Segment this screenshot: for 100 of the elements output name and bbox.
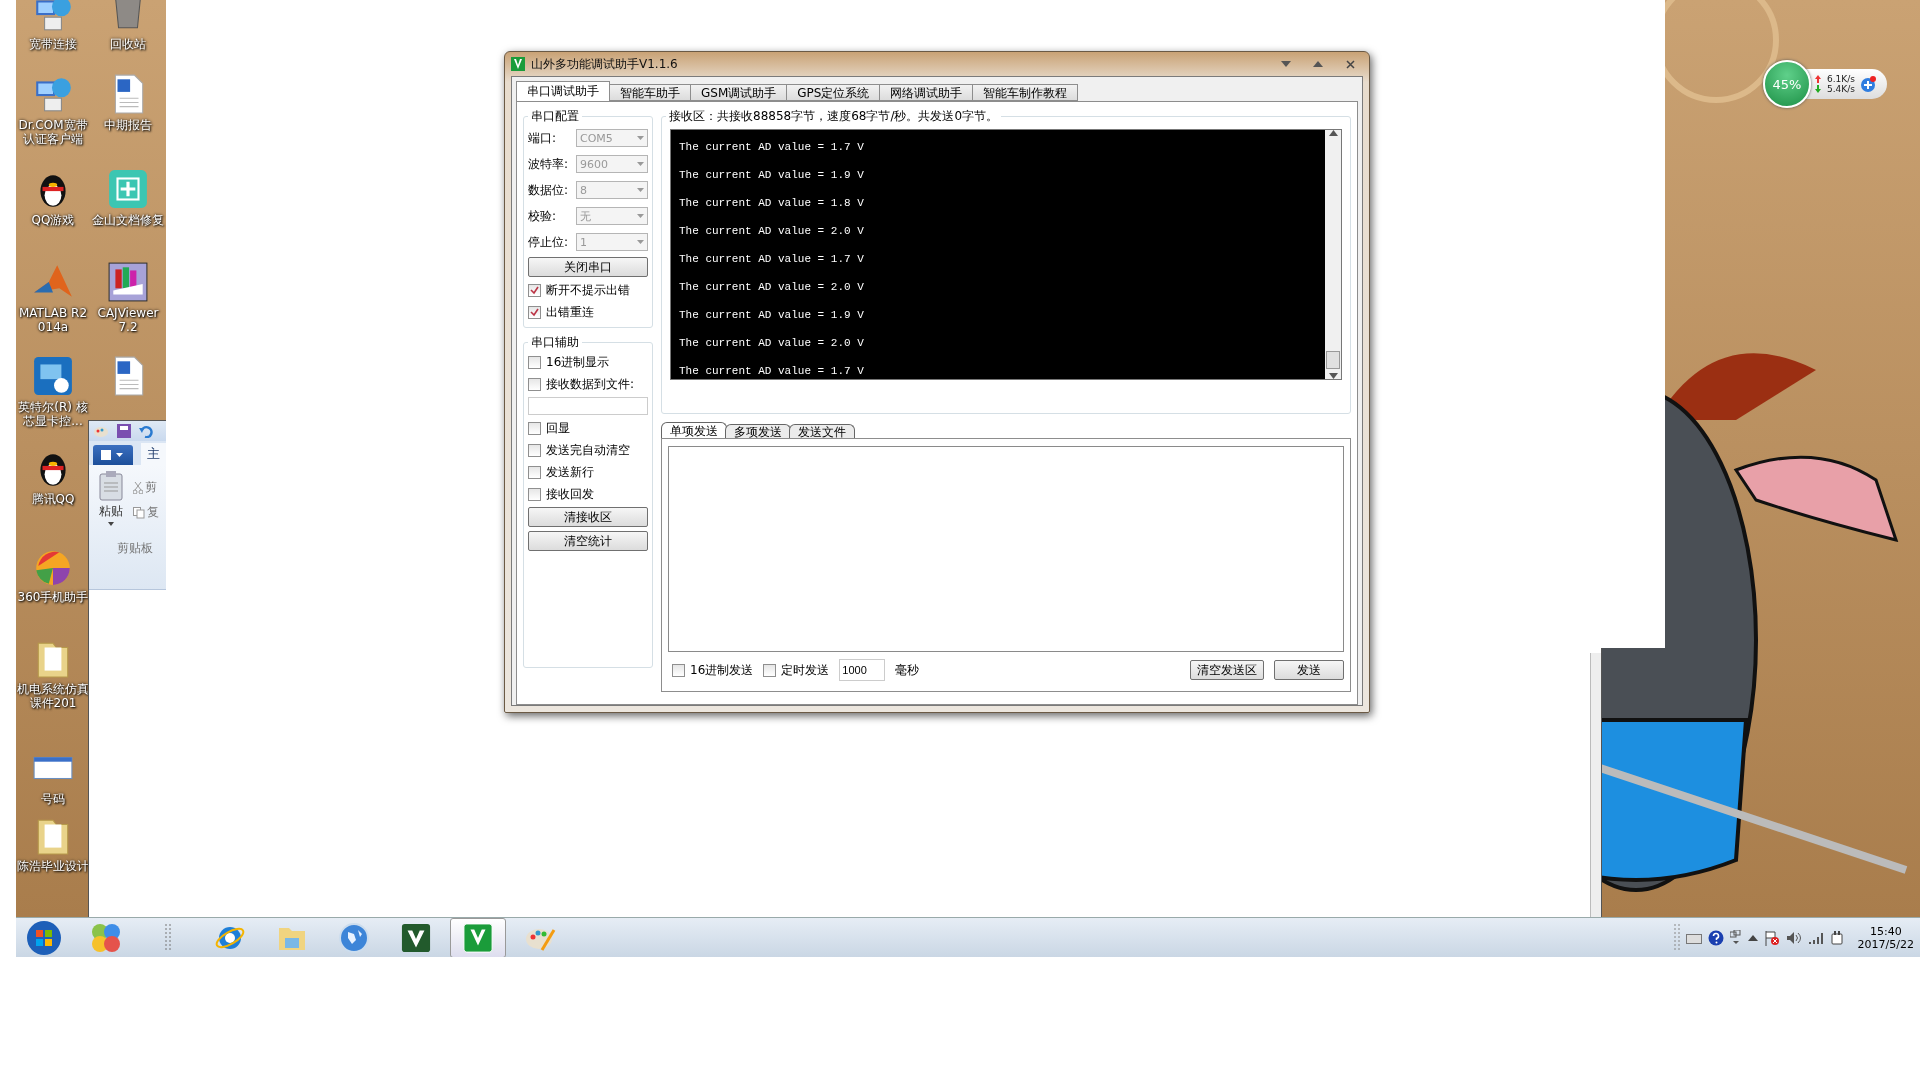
checkbox[interactable] [672, 663, 685, 677]
checkbox-label: 接收数据到文件: [546, 375, 635, 393]
menu-icon [101, 450, 125, 460]
received-line: The current AD value = 1.9 V [679, 308, 865, 323]
checkbox-label: 16进制显示 [546, 353, 610, 371]
scissors-icon [133, 481, 143, 494]
checkbox[interactable] [528, 305, 541, 319]
interval-field[interactable]: 1000 [839, 659, 886, 681]
windows-icon[interactable] [1729, 930, 1742, 946]
flag-icon[interactable] [1763, 930, 1780, 946]
save-icon[interactable] [117, 424, 131, 438]
received-line: The current AD value = 2.0 V [679, 224, 865, 239]
tab[interactable]: 智能车制作教程 [972, 84, 1079, 101]
clipboard-icon [99, 471, 123, 501]
checkbox[interactable] [528, 283, 541, 297]
desktop-icon-label[interactable]: 英特尔(R) 核芯显卡控... [17, 400, 89, 428]
checkbox[interactable] [528, 355, 541, 369]
plus-icon[interactable] [1858, 75, 1877, 93]
checkbox[interactable] [763, 663, 777, 677]
received-line: The current AD value = 1.7 V [679, 364, 865, 379]
cut-button[interactable]: 剪 [145, 479, 157, 496]
checkbox-label: 断开不提示出错 [546, 281, 630, 299]
down-arrow-icon [1815, 85, 1821, 93]
desktop-icon-label[interactable]: CAJViewer 7.2 [92, 306, 164, 334]
checkbox[interactable] [528, 421, 541, 435]
help-icon[interactable] [1707, 930, 1724, 946]
checkbox[interactable] [528, 443, 541, 457]
copy-button[interactable]: 复 [147, 504, 159, 521]
desktop-icon-label[interactable]: MATLAB R2014a [17, 306, 89, 334]
caret-icon[interactable] [108, 522, 114, 526]
file-menu-button[interactable] [93, 445, 133, 465]
colorful-circles-icon [90, 922, 122, 954]
globe-icon [338, 922, 370, 954]
received-line: The current AD value = 2.0 V [679, 280, 865, 295]
received-line: The current AD value = 1.7 V [679, 252, 865, 267]
scrollbar[interactable] [1325, 130, 1341, 379]
undo-icon[interactable] [139, 424, 153, 438]
ribbon-tab[interactable]: 主 [141, 443, 166, 465]
clock[interactable]: 15:40 2017/5/22 [1857, 925, 1914, 951]
send-button[interactable]: 清空发送区 [1190, 660, 1264, 680]
desktop-icon-label[interactable]: Dr.COM宽带认证客户端 [17, 118, 89, 146]
unit-label: 毫秒 [895, 661, 920, 679]
desktop-icon-label[interactable]: 陈浩毕业设计 [17, 859, 89, 873]
desktop-icon-label[interactable]: QQ游戏 [17, 213, 89, 227]
clear-button[interactable]: 清接收区 [528, 507, 648, 527]
field-label: 端口: [528, 129, 557, 147]
display-icon [32, 355, 74, 397]
field-label: 校验: [528, 207, 557, 225]
receive-area[interactable] [670, 129, 1342, 380]
desktop-icon-label[interactable]: 号码 [17, 792, 89, 806]
letter-v-icon [401, 923, 431, 953]
scroll-thumb[interactable] [1326, 351, 1340, 369]
desktop-icon-label[interactable]: 机电系统仿真课件201 [17, 682, 89, 710]
tab[interactable]: GSM调试助手 [690, 84, 788, 101]
field-label: 停止位: [528, 233, 569, 251]
up-caret-icon[interactable] [1747, 935, 1758, 941]
copy-icon [133, 506, 145, 519]
tab[interactable]: 发送文件 [789, 424, 855, 438]
file-path-field[interactable] [528, 397, 648, 415]
checkbox-label: 出错重连 [546, 303, 594, 321]
group-title: 串口配置 [530, 108, 580, 125]
scroll-up-icon[interactable] [1328, 130, 1338, 136]
received-line: The current AD value = 1.7 V [679, 140, 865, 155]
up-triangle-icon [1313, 61, 1323, 67]
plus-icon [107, 168, 149, 210]
tab[interactable]: 智能车助手 [609, 84, 691, 101]
desktop-icon-label[interactable]: 360手机助手 [17, 590, 89, 604]
send-button[interactable]: 发送 [1274, 660, 1344, 680]
signal-icon[interactable] [1807, 931, 1824, 945]
scroll-down-icon[interactable] [1328, 373, 1338, 379]
checkbox[interactable] [528, 377, 541, 391]
tab[interactable]: GPS定位系统 [786, 84, 881, 101]
checkbox-label: 发送完自动清空 [546, 441, 630, 459]
desktop-icon-label[interactable]: 回收站 [92, 37, 164, 51]
tab[interactable]: 单项发送 [661, 422, 727, 438]
paste-button[interactable]: 粘贴 [99, 503, 123, 520]
desktop-icon-label[interactable]: 中期报告 [92, 118, 164, 132]
desktop-icon-label[interactable]: 宽带连接 [17, 37, 89, 51]
clear-button[interactable]: 清空统计 [528, 531, 648, 551]
tab[interactable]: 网络调试助手 [879, 84, 974, 101]
power-plug-icon[interactable] [1829, 930, 1844, 946]
keyboard-icon[interactable] [1685, 932, 1702, 944]
scrollbar[interactable] [1590, 653, 1601, 918]
window-title: 山外多功能调试助手V1.1.6 [531, 55, 679, 73]
desktop-icon-label[interactable]: 金山文档修复 [92, 213, 164, 227]
tab[interactable]: 串口调试助手 [516, 81, 610, 101]
field-label: 波特率: [528, 155, 569, 173]
taskbar-button[interactable] [450, 918, 506, 957]
up-arrow-icon [1815, 75, 1821, 83]
desktop-icon-label[interactable]: 腾讯QQ [17, 492, 89, 506]
network-meter[interactable]: 45% 6.1K/s 5.4K/s [1763, 61, 1887, 107]
books-icon [107, 261, 149, 303]
windows-orb-icon [26, 920, 62, 956]
checkbox-label: 16进制发送 [690, 661, 754, 679]
close-port-button[interactable]: 关闭串口 [528, 257, 648, 277]
tab[interactable]: 多项发送 [725, 424, 791, 438]
checkbox[interactable] [528, 487, 541, 501]
gripper-icon [1673, 924, 1680, 952]
checkbox[interactable] [528, 465, 541, 479]
speaker-icon[interactable] [1785, 930, 1802, 946]
